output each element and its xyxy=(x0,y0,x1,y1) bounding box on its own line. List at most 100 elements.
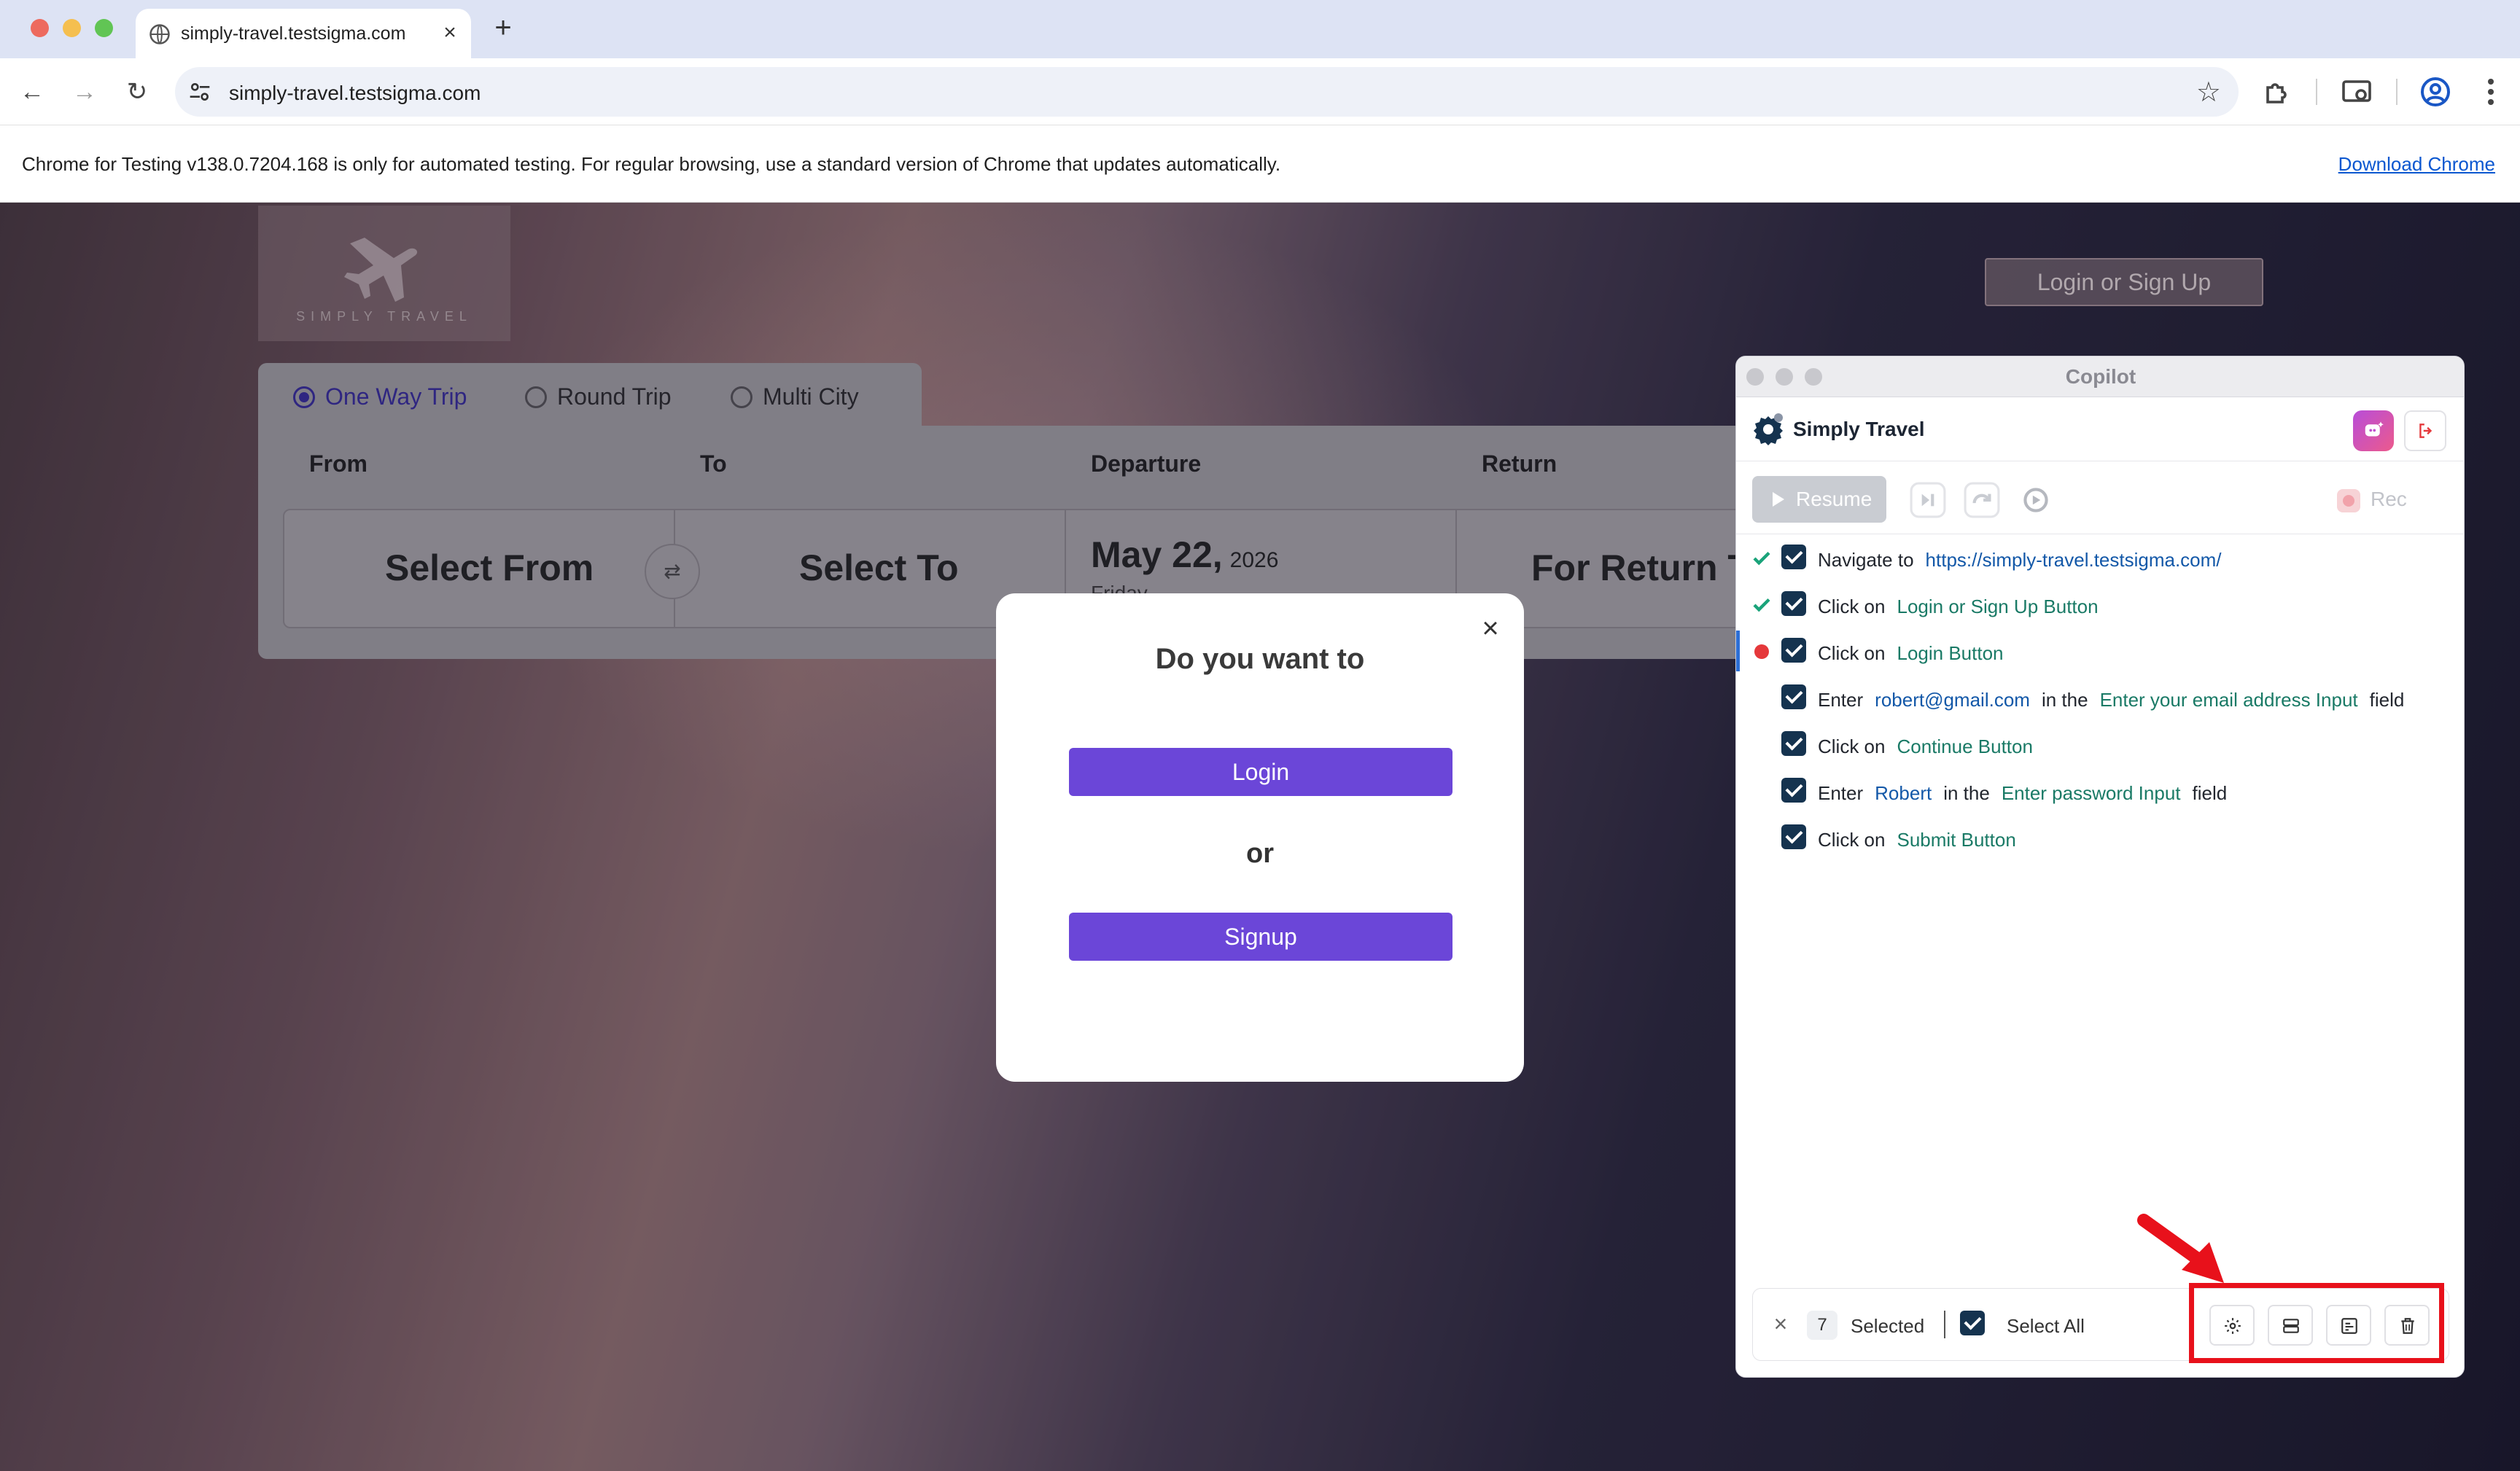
copilot-title: Copilot xyxy=(2065,365,2136,388)
copilot-step-row[interactable]: Enter robert@gmail.com in the Enter your em… xyxy=(1736,674,2464,721)
step-action-text: Click on xyxy=(1818,829,1886,851)
copilot-step-row[interactable]: Click on Login or Sign Up Button xyxy=(1736,581,2464,628)
step-text: Enter Robert in the Enter password Input fie… xyxy=(1818,782,2239,805)
step-action-text: Click on xyxy=(1818,642,1886,664)
step-checkbox[interactable] xyxy=(1781,591,1806,616)
login-button[interactable]: Login xyxy=(1069,748,1452,796)
footer-separator xyxy=(1944,1311,1945,1338)
copilot-app-name: Simply Travel xyxy=(1793,418,1925,440)
exit-copilot-button[interactable] xyxy=(2404,410,2446,451)
forward-icon[interactable]: → xyxy=(67,74,102,109)
step-text: Click on Login Button xyxy=(1818,642,2015,665)
extensions-icon[interactable] xyxy=(2260,74,2295,109)
bookmark-star-icon[interactable]: ☆ xyxy=(2196,76,2221,109)
tab-close-icon[interactable]: × xyxy=(436,19,464,47)
step-passed-icon xyxy=(1751,594,1773,616)
select-all-label[interactable]: Select All xyxy=(2007,1315,2085,1338)
cast-icon[interactable] xyxy=(2339,74,2374,109)
replay-icon[interactable] xyxy=(2018,482,2054,518)
login-signup-modal: × Do you want to Login or Signup xyxy=(996,593,1524,1082)
step-checkbox[interactable] xyxy=(1781,778,1806,803)
clear-selection-icon[interactable]: × xyxy=(1766,1309,1795,1338)
modal-title: Do you want to xyxy=(1155,643,1365,675)
gear-logo-icon xyxy=(1754,413,1783,445)
step-failed-icon xyxy=(1751,641,1773,663)
logout-icon xyxy=(2419,424,2432,438)
step-action-text: Click on xyxy=(1818,736,1886,757)
ai-sparkle-icon xyxy=(2365,421,2384,437)
tab-title: simply-travel.testsigma.com xyxy=(181,23,406,44)
infobar-message: Chrome for Testing v138.0.7204.168 is on… xyxy=(22,153,1281,175)
step-element-name: Enter password Input xyxy=(2001,782,2181,804)
or-text: or xyxy=(1246,838,1274,869)
rec-label[interactable]: Rec xyxy=(2371,488,2407,511)
browser-tab[interactable]: simply-travel.testsigma.com × xyxy=(136,9,471,58)
step-checkbox[interactable] xyxy=(1781,731,1806,756)
record-icon[interactable] xyxy=(2337,489,2360,512)
step-action-text: in the xyxy=(2041,689,2088,711)
copilot-step-row[interactable]: Navigate to https://simply-travel.testsig… xyxy=(1736,534,2464,581)
play-icon xyxy=(1773,492,1784,507)
step-text: Click on Login or Sign Up Button xyxy=(1818,596,2110,618)
toolbar-separator xyxy=(2396,79,2398,105)
step-action-text: Navigate to xyxy=(1818,549,1914,571)
copilot-step-row[interactable]: Enter Robert in the Enter password Input fie… xyxy=(1736,768,2464,814)
address-bar[interactable]: simply-travel.testsigma.com ☆ xyxy=(175,67,2239,117)
profile-icon[interactable] xyxy=(2418,74,2453,109)
step-action-text: field xyxy=(2192,782,2228,804)
step-next-icon[interactable] xyxy=(1910,482,1946,518)
new-tab-button[interactable]: + xyxy=(487,12,519,44)
step-over-icon[interactable] xyxy=(1964,482,2000,518)
step-text: Enter robert@gmail.com in the Enter your em… xyxy=(1818,689,2416,711)
step-value: robert@gmail.com xyxy=(1875,689,2030,711)
step-element-name: Enter your email address Input xyxy=(2099,689,2358,711)
reload-icon[interactable]: ↻ xyxy=(120,74,155,109)
resume-button[interactable]: Resume xyxy=(1752,476,1886,523)
copilot-step-row[interactable]: Click on Login Button xyxy=(1736,628,2464,674)
ai-assistant-button[interactable] xyxy=(2353,410,2394,451)
copilot-titlebar: Copilot xyxy=(1736,356,2464,397)
step-value: https://simply-travel.testsigma.com/ xyxy=(1925,549,2222,571)
window-zoom-button[interactable] xyxy=(95,19,113,37)
step-passed-icon xyxy=(1751,547,1773,569)
step-checkbox[interactable] xyxy=(1781,824,1806,849)
step-element-name: Login or Sign Up Button xyxy=(1897,596,2099,617)
close-icon[interactable]: × xyxy=(1474,612,1506,644)
step-action-text: field xyxy=(2369,689,2405,711)
select-all-checkbox[interactable] xyxy=(1960,1311,1985,1335)
automation-infobar: Chrome for Testing v138.0.7204.168 is on… xyxy=(0,125,2520,203)
step-text: Navigate to https://simply-travel.testsig… xyxy=(1818,549,2233,571)
step-action-text: Enter xyxy=(1818,689,1864,711)
browser-tab-bar: simply-travel.testsigma.com × + xyxy=(0,0,2520,58)
step-checkbox[interactable] xyxy=(1781,638,1806,663)
copilot-controls: Resume Rec xyxy=(1736,461,2464,534)
step-element-name: Continue Button xyxy=(1897,736,2033,757)
copilot-header: Simply Travel xyxy=(1736,397,2464,461)
selected-label: Selected xyxy=(1851,1315,1925,1337)
window-minimize-button[interactable] xyxy=(63,19,81,37)
step-value: Robert xyxy=(1875,782,1932,804)
step-text: Click on Continue Button xyxy=(1818,736,2045,758)
step-action-text: in the xyxy=(1943,782,1990,804)
selected-count-badge: 7 xyxy=(1807,1311,1838,1340)
signup-button[interactable]: Signup xyxy=(1069,913,1452,961)
copilot-window: Copilot Simply Travel Resume Rec Navigat… xyxy=(1735,356,2465,1378)
step-checkbox[interactable] xyxy=(1781,684,1806,709)
step-checkbox[interactable] xyxy=(1781,545,1806,569)
step-action-text: Enter xyxy=(1818,782,1864,804)
resume-label: Resume xyxy=(1796,488,1872,510)
site-settings-icon[interactable] xyxy=(188,80,211,104)
active-step-indicator xyxy=(1736,631,1740,671)
menu-icon[interactable] xyxy=(2473,74,2508,109)
toolbar-separator xyxy=(2316,79,2317,105)
step-element-name: Submit Button xyxy=(1897,829,2016,851)
step-element-name: Login Button xyxy=(1897,642,2004,664)
url-text: simply-travel.testsigma.com xyxy=(229,82,481,104)
annotation-highlight-box xyxy=(2189,1283,2444,1363)
download-chrome-link[interactable]: Download Chrome xyxy=(2338,153,2495,176)
back-icon[interactable]: ← xyxy=(15,74,50,109)
window-close-button[interactable] xyxy=(31,19,49,37)
browser-toolbar: ← → ↻ simply-travel.testsigma.com ☆ xyxy=(0,58,2520,125)
copilot-step-row[interactable]: Click on Continue Button xyxy=(1736,721,2464,768)
copilot-step-row[interactable]: Click on Submit Button xyxy=(1736,814,2464,861)
